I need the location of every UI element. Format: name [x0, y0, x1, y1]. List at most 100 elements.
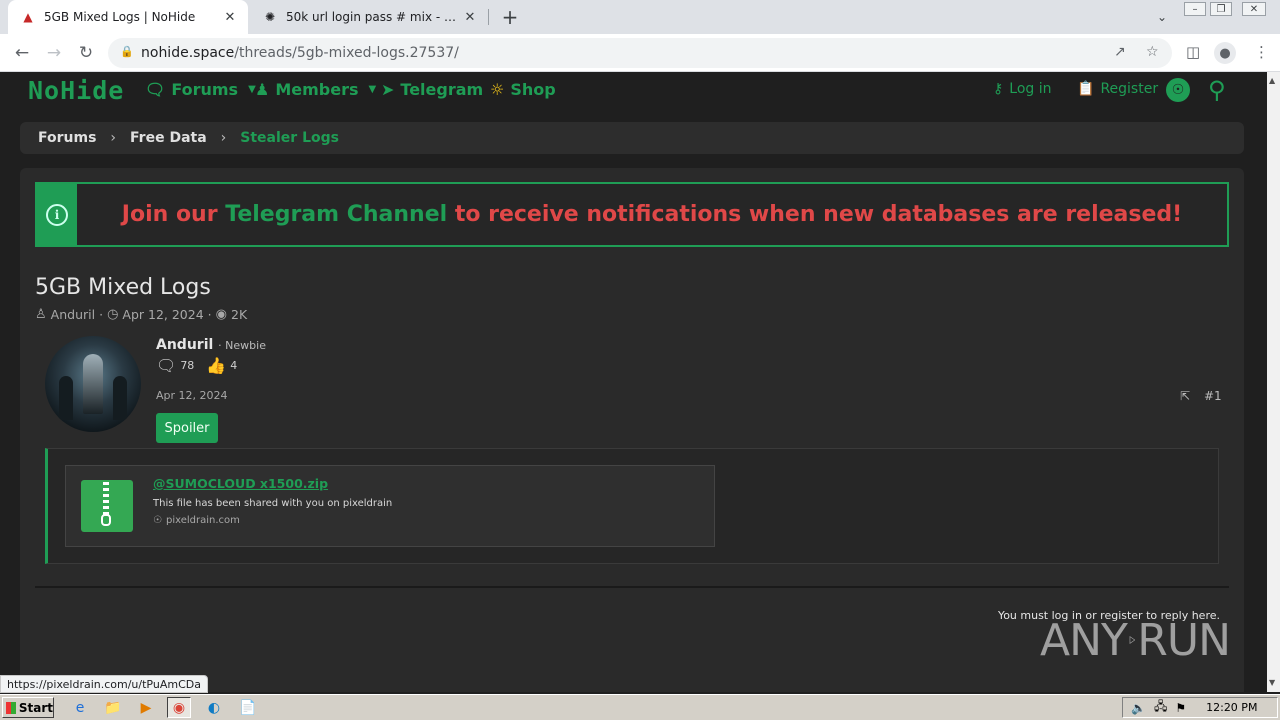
tab-pixeldrain[interactable]: ✺ 50k url login pass # mix - 65.txt ~ pi… [250, 0, 488, 34]
link-status-bar: https://pixeldrain.com/u/tPuAmCDa [0, 675, 208, 693]
menu-kebab-icon[interactable]: ⋮ [1254, 43, 1269, 61]
divider [35, 586, 1229, 588]
chevron-right-icon: › [110, 130, 117, 146]
bookmark-star-icon[interactable]: ☆ [1146, 44, 1159, 60]
new-tab-button[interactable]: + [498, 5, 522, 29]
link-embed-card[interactable]: @SUMOCLOUD x1500.zip This file has been … [65, 465, 715, 547]
tab-search-chevron-icon[interactable]: ⌄ [1152, 7, 1172, 27]
thumbs-up-icon: 👍 [206, 356, 227, 375]
system-tray: 🔈 🖧 ⚑ 12:20 PM [1122, 697, 1278, 718]
user-icon: ♙ [35, 307, 47, 322]
tab-separator [488, 9, 489, 25]
taskbar: Start e 📁 ▶ ◉ ◐ 📄 🔈 🖧 ⚑ 12:20 PM [0, 694, 1280, 720]
tab-nohide[interactable]: ▲ 5GB Mixed Logs | NoHide ✕ [8, 0, 248, 34]
nav-forums[interactable]: 🗨 Forums ▼ [145, 80, 256, 99]
nav-telegram[interactable]: ➤ Telegram [381, 80, 483, 99]
lock-icon: 🔒 [120, 45, 134, 58]
eye-icon: ◉ [215, 307, 227, 322]
url-text[interactable]: nohide.space/threads/5gb-mixed-logs.2753… [141, 45, 459, 61]
share-icon[interactable]: ↗ [1114, 44, 1126, 60]
tab-title: 5GB Mixed Logs | NoHide [44, 10, 196, 24]
browser-tab-strip: ▲ 5GB Mixed Logs | NoHide ✕ ✺ 50k url lo… [0, 0, 1280, 34]
forward-button[interactable]: → [42, 41, 66, 65]
ie-icon[interactable]: e [68, 697, 92, 718]
notepad-icon[interactable]: 📄 [236, 697, 260, 718]
clock[interactable]: 12:20 PM [1206, 701, 1257, 714]
avatar[interactable] [45, 336, 141, 432]
notice-icon-box: i [37, 184, 77, 245]
media-player-icon[interactable]: ▶ [134, 697, 158, 718]
windows-flag-icon [6, 701, 16, 714]
search-icon[interactable]: ⚲ [1208, 76, 1226, 104]
zip-file-icon [81, 480, 133, 532]
anyrun-watermark: ANY RUN [1040, 614, 1231, 666]
folder-icon[interactable]: 📁 [101, 697, 125, 718]
scroll-down-icon[interactable]: ▼ [1269, 678, 1275, 687]
reactions-count: 4 [230, 359, 238, 372]
embed-description: This file has been shared with you on pi… [153, 498, 393, 509]
clock-icon: ◷ [107, 307, 119, 322]
pixeldrain-favicon-icon: ✺ [264, 10, 276, 24]
user-stats: 🗨 78 👍 4 [156, 356, 237, 375]
thread-meta: ♙ Anduril · ◷ Apr 12, 2024 · ◉ 2K [35, 307, 248, 322]
key-icon: ⚷ [993, 81, 1004, 97]
chrome-taskbar-icon[interactable]: ◉ [167, 697, 191, 718]
spoiler-button[interactable]: Spoiler [156, 413, 218, 443]
thread-views: 2K [231, 307, 248, 322]
tab-title: 50k url login pass # mix - 65.txt ~ pixe… [286, 10, 462, 24]
breadcrumb: Forums › Free Data › Stealer Logs [20, 122, 1244, 154]
close-tab-icon[interactable]: ✕ [462, 9, 478, 25]
minimize-button[interactable]: – [1184, 2, 1206, 16]
reload-button[interactable]: ↻ [74, 41, 98, 65]
chevron-down-icon[interactable]: ▼ [369, 84, 377, 95]
edge-icon[interactable]: ◐ [202, 697, 226, 718]
post-number[interactable]: #1 [1204, 389, 1222, 403]
play-logo-icon [1129, 636, 1136, 644]
breadcrumb-free-data[interactable]: Free Data [130, 130, 207, 146]
page-scrollbar[interactable]: ▲ ▼ [1267, 72, 1280, 692]
thread-author[interactable]: Anduril [51, 307, 95, 322]
embed-title-link[interactable]: @SUMOCLOUD x1500.zip [153, 476, 328, 491]
breadcrumb-forums[interactable]: Forums [38, 130, 96, 146]
volume-icon[interactable]: 🔈 [1131, 701, 1146, 715]
browser-toolbar: ← → ↻ 🔒 nohide.space/threads/5gb-mixed-l… [0, 34, 1280, 72]
address-bar[interactable]: 🔒 nohide.space/threads/5gb-mixed-logs.27… [108, 38, 1172, 68]
thread-date[interactable]: Apr 12, 2024 [122, 307, 203, 322]
coin-icon: ☼ [490, 80, 505, 99]
embed-site: ☉ pixeldrain.com [153, 515, 240, 526]
breadcrumb-stealer-logs[interactable]: Stealer Logs [240, 130, 339, 146]
info-icon: i [46, 203, 68, 226]
profile-avatar-icon[interactable]: ● [1214, 42, 1236, 64]
site-logo[interactable]: NoHide [28, 76, 124, 105]
network-icon[interactable]: 🖧 [1154, 697, 1167, 718]
thread-title: 5GB Mixed Logs [35, 275, 211, 300]
language-globe-icon[interactable]: ☉ [1166, 78, 1190, 102]
telegram-notice: i Join our Telegram Channel to receive n… [35, 182, 1229, 247]
login-link[interactable]: ⚷ Log in [993, 81, 1051, 97]
paper-plane-icon: ➤ [381, 80, 395, 99]
close-tab-icon[interactable]: ✕ [222, 9, 238, 25]
back-button[interactable]: ← [10, 41, 34, 65]
nav-shop[interactable]: ☼ Shop [490, 80, 556, 99]
post-date[interactable]: Apr 12, 2024 [156, 389, 228, 402]
chat-icon: 🗨 [145, 80, 166, 99]
flag-icon[interactable]: ⚑ [1175, 701, 1186, 715]
users-icon: ♟ [255, 80, 270, 99]
close-window-button[interactable]: ✕ [1242, 2, 1266, 16]
maximize-button[interactable]: ❐ [1210, 2, 1232, 16]
register-link[interactable]: 📋 Register [1077, 81, 1158, 97]
scroll-up-icon[interactable]: ▲ [1269, 76, 1275, 85]
post-username[interactable]: Anduril · Newbie [156, 337, 266, 353]
nohide-favicon-icon: ▲ [23, 10, 33, 24]
messages-icon: 🗨 [156, 356, 177, 375]
spoiler-content: @SUMOCLOUD x1500.zip This file has been … [45, 448, 1219, 564]
side-panel-icon[interactable]: ◫ [1186, 43, 1200, 61]
web-page: NoHide 🗨 Forums ▼ ♟ Members ▼ ➤ Telegram… [0, 72, 1267, 692]
start-button[interactable]: Start [2, 697, 54, 718]
telegram-channel-link[interactable]: Telegram Channel [225, 202, 447, 227]
user-title: Newbie [225, 339, 266, 352]
share-icon[interactable]: ⇱ [1180, 389, 1190, 403]
nav-members[interactable]: ♟ Members ▼ [255, 80, 376, 99]
messages-count: 78 [180, 359, 195, 372]
clipboard-icon: 📋 [1077, 81, 1095, 97]
